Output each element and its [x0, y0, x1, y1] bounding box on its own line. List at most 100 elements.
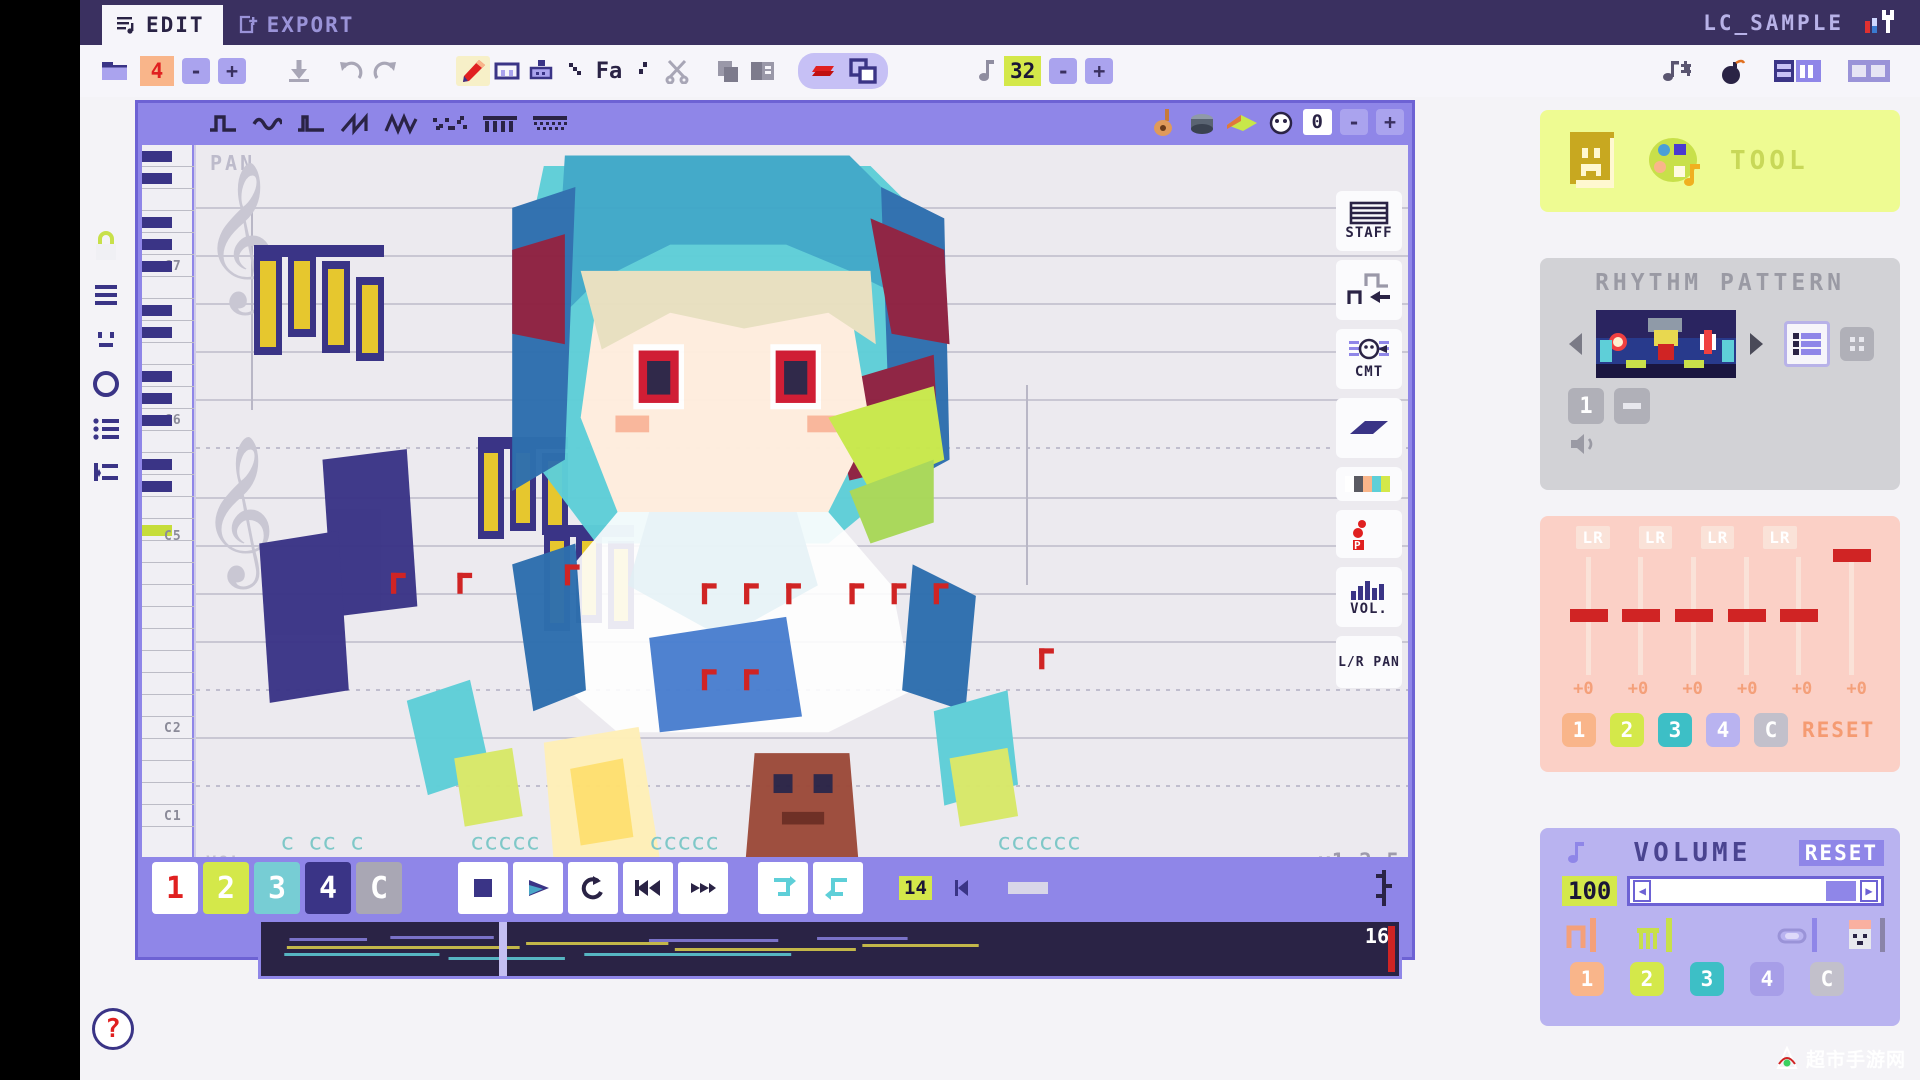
saw-wave-icon[interactable]: [340, 112, 370, 136]
square-wave-icon[interactable]: [208, 112, 238, 136]
pan-slider[interactable]: [1727, 557, 1766, 675]
fa-label[interactable]: Fa: [592, 56, 626, 86]
tab-export[interactable]: EXPORT: [223, 5, 373, 45]
piano-keyboard[interactable]: C7 C6 C5 C2 C1: [142, 145, 194, 879]
channel-tab-2[interactable]: 2: [203, 862, 249, 914]
measure-slider[interactable]: [993, 882, 1048, 894]
volume-chip-2[interactable]: 2: [1630, 962, 1664, 996]
volume-slider-thumb[interactable]: [1826, 881, 1856, 901]
pan-chip-2[interactable]: 2: [1610, 713, 1644, 747]
scissors-icon[interactable]: [660, 56, 694, 86]
mixer-panel-icon[interactable]: [1772, 56, 1824, 86]
folder-icon[interactable]: [98, 56, 132, 86]
copy-icon[interactable]: [712, 56, 746, 86]
capsule-icon[interactable]: [1776, 916, 1820, 954]
slash-icon[interactable]: [626, 56, 660, 86]
loop-restart-button[interactable]: [568, 862, 618, 914]
star-list-icon[interactable]: [92, 460, 120, 486]
wrench-icon[interactable]: [1864, 9, 1898, 35]
sticker-book-icon[interactable]: [1566, 130, 1624, 192]
volume-chip-1[interactable]: 1: [1570, 962, 1604, 996]
pan-slider[interactable]: [1622, 557, 1661, 675]
dog-icon[interactable]: [1844, 916, 1888, 954]
side-button-slur[interactable]: [1336, 398, 1402, 458]
track-count-field[interactable]: 4: [140, 56, 174, 86]
side-button-staff[interactable]: STAFF: [1336, 191, 1402, 251]
tempo-minus-button[interactable]: -: [1049, 58, 1078, 84]
channel-tab-c[interactable]: C: [356, 862, 402, 914]
volume-decrease-arrow[interactable]: ◀: [1633, 880, 1652, 902]
prev-arrow-icon[interactable]: [1566, 330, 1586, 358]
repeat-right-button[interactable]: [758, 862, 808, 914]
volume-chip-c[interactable]: C: [1810, 962, 1844, 996]
volume-chip-3[interactable]: 3: [1690, 962, 1724, 996]
strip-plus-button[interactable]: +: [1376, 109, 1404, 135]
noise-wave-icon[interactable]: [432, 112, 468, 136]
pan-chip-1[interactable]: 1: [1562, 713, 1596, 747]
triangle-noise-icon[interactable]: [384, 112, 418, 136]
undo-arrow-icon[interactable]: [334, 56, 368, 86]
music-settings-icon[interactable]: [1660, 56, 1694, 86]
pan-chip-4[interactable]: 4: [1706, 713, 1740, 747]
tempo-field[interactable]: 32: [1004, 56, 1042, 86]
rewind-button[interactable]: [623, 862, 673, 914]
guitar-icon[interactable]: [1151, 107, 1179, 137]
score-canvas[interactable]: PAN VOL v1.2.5: [194, 145, 1408, 879]
organ-lime-icon[interactable]: [1634, 916, 1678, 954]
pulse-orange-icon[interactable]: [1566, 916, 1610, 954]
eraser-box-icon[interactable]: [490, 56, 524, 86]
side-button-palette[interactable]: [1336, 467, 1402, 501]
channel-tab-3[interactable]: 3: [254, 862, 300, 914]
side-button-cmt[interactable]: CMT: [1336, 329, 1402, 389]
timeline[interactable]: 16: [258, 919, 1402, 979]
score-panel-icon[interactable]: [1846, 56, 1894, 86]
volume-increase-arrow[interactable]: ▶: [1860, 880, 1878, 902]
channel-tab-4[interactable]: 4: [305, 862, 351, 914]
tab-edit[interactable]: EDIT: [102, 5, 223, 45]
pan-chip-c[interactable]: C: [1754, 713, 1788, 747]
repeat-left-button[interactable]: [813, 862, 863, 914]
stamp-tool-icon[interactable]: [524, 56, 558, 86]
pan-chip-3[interactable]: 3: [1658, 713, 1692, 747]
organ-wave-icon[interactable]: [482, 112, 518, 136]
rhythm-minus-button[interactable]: [1614, 388, 1650, 424]
slur-mark-icon[interactable]: [558, 56, 592, 86]
drum-icon[interactable]: [1187, 107, 1217, 137]
dice-random-icon[interactable]: [1840, 327, 1874, 361]
side-button-volume[interactable]: VOL.: [1336, 567, 1402, 627]
pan-slider[interactable]: [1675, 557, 1714, 675]
strip-badge[interactable]: 0: [1302, 109, 1332, 135]
side-button-paint[interactable]: P: [1336, 510, 1402, 558]
tempo-plus-button[interactable]: +: [1085, 58, 1114, 84]
pan-slider[interactable]: [1780, 557, 1819, 675]
next-arrow-icon[interactable]: [1746, 330, 1766, 358]
pencil-tool-icon[interactable]: [456, 56, 490, 86]
ball-icon[interactable]: [1267, 108, 1295, 136]
paste-icon[interactable]: [746, 56, 780, 86]
help-button[interactable]: ?: [92, 1008, 134, 1050]
rhythm-index[interactable]: 1: [1568, 388, 1604, 424]
palette-music-icon[interactable]: [1646, 130, 1708, 192]
select-region-icon[interactable]: [808, 56, 838, 86]
side-button-waveform-shift[interactable]: [1336, 260, 1402, 320]
fast-forward-button[interactable]: [678, 862, 728, 914]
pan-slider[interactable]: [1833, 549, 1872, 675]
lock-icon[interactable]: [91, 230, 121, 264]
strip-minus-button[interactable]: -: [1340, 109, 1368, 135]
dense-noise-icon[interactable]: [532, 112, 568, 136]
track-minus-button[interactable]: -: [182, 58, 210, 84]
save-download-icon[interactable]: [282, 56, 316, 86]
track-plus-button[interactable]: +: [218, 58, 246, 84]
pan-reset-button[interactable]: RESET: [1802, 718, 1875, 742]
redo-arrow-icon[interactable]: [368, 56, 402, 86]
pulse-wave-icon[interactable]: [296, 112, 326, 136]
ribbon-icon[interactable]: [1225, 109, 1259, 135]
rhythm-preview-thumbnail[interactable]: [1596, 310, 1736, 378]
duplicate-icon[interactable]: [848, 56, 878, 86]
sine-wave-icon[interactable]: [252, 112, 282, 136]
speaker-icon[interactable]: [1568, 430, 1602, 458]
bomb-icon[interactable]: [1716, 56, 1750, 86]
side-button-pan[interactable]: L/R PAN: [1336, 636, 1402, 688]
volume-slider[interactable]: ◀ ▶: [1627, 876, 1884, 906]
volume-reset-button[interactable]: RESET: [1798, 840, 1884, 866]
